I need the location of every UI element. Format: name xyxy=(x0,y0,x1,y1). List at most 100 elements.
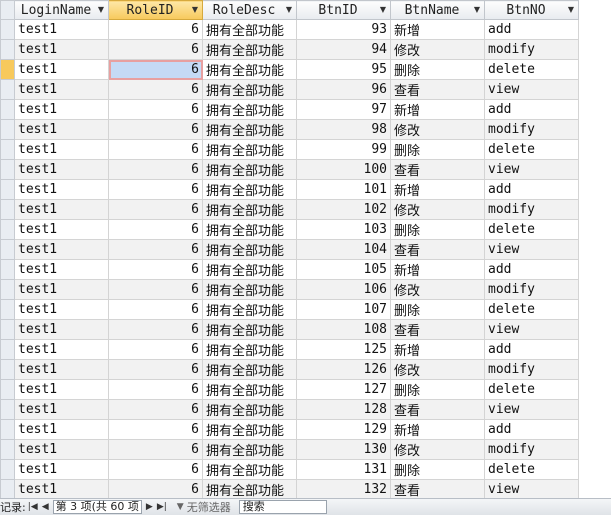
cell-btnid[interactable]: 125 xyxy=(296,339,391,360)
cell-btnname[interactable]: 查看 xyxy=(390,159,485,180)
cell-loginname[interactable]: test1 xyxy=(14,439,109,460)
cell-loginname[interactable]: test1 xyxy=(14,19,109,40)
previous-record-icon[interactable]: ◀ xyxy=(40,502,51,512)
cell-loginname[interactable]: test1 xyxy=(14,99,109,120)
cell-roleid[interactable]: 6 xyxy=(108,439,203,460)
dropdown-arrow-icon[interactable]: ▼ xyxy=(380,5,386,14)
cell-loginname[interactable]: test1 xyxy=(14,199,109,220)
cell-btnno[interactable]: delete xyxy=(484,139,579,160)
row-selector[interactable] xyxy=(0,459,15,480)
cell-btnname[interactable]: 修改 xyxy=(390,439,485,460)
cell-roleid[interactable]: 6 xyxy=(108,219,203,240)
cell-loginname[interactable]: test1 xyxy=(14,319,109,340)
cell-roleid[interactable]: 6 xyxy=(108,459,203,480)
row-selector[interactable] xyxy=(0,79,15,100)
cell-roleid[interactable]: 6 xyxy=(108,259,203,280)
cell-roledesc[interactable]: 拥有全部功能 xyxy=(202,39,297,60)
cell-roledesc[interactable]: 拥有全部功能 xyxy=(202,419,297,440)
cell-btnno[interactable]: view xyxy=(484,319,579,340)
cell-roledesc[interactable]: 拥有全部功能 xyxy=(202,459,297,480)
cell-loginname[interactable]: test1 xyxy=(14,59,109,80)
cell-loginname[interactable]: test1 xyxy=(14,39,109,60)
cell-btnid[interactable]: 127 xyxy=(296,379,391,400)
table-row[interactable]: test1 6 拥有全部功能 98 修改 modify xyxy=(0,119,579,140)
dropdown-arrow-icon[interactable]: ▼ xyxy=(98,5,104,14)
cell-roleid[interactable]: 6 xyxy=(108,99,203,120)
select-all-corner[interactable] xyxy=(0,0,15,20)
cell-roledesc[interactable]: 拥有全部功能 xyxy=(202,439,297,460)
cell-loginname[interactable]: test1 xyxy=(14,79,109,100)
cell-btnid[interactable]: 99 xyxy=(296,139,391,160)
cell-btnno[interactable]: modify xyxy=(484,119,579,140)
cell-roleid[interactable]: 6 xyxy=(108,299,203,320)
cell-btnno[interactable]: modify xyxy=(484,279,579,300)
cell-roleid[interactable]: 6 xyxy=(108,199,203,220)
cell-roleid[interactable]: 6 xyxy=(108,359,203,380)
cell-btnid[interactable]: 102 xyxy=(296,199,391,220)
cell-roleid[interactable]: 6 xyxy=(108,179,203,200)
cell-roledesc[interactable]: 拥有全部功能 xyxy=(202,259,297,280)
cell-btnid[interactable]: 108 xyxy=(296,319,391,340)
row-selector[interactable] xyxy=(0,399,15,420)
cell-btnname[interactable]: 新增 xyxy=(390,419,485,440)
cell-btnno[interactable]: add xyxy=(484,99,579,120)
cell-roledesc[interactable]: 拥有全部功能 xyxy=(202,159,297,180)
cell-btnno[interactable]: modify xyxy=(484,39,579,60)
cell-btnid[interactable]: 105 xyxy=(296,259,391,280)
cell-roledesc[interactable]: 拥有全部功能 xyxy=(202,379,297,400)
table-row[interactable]: test1 6 拥有全部功能 106 修改 modify xyxy=(0,279,579,300)
cell-roledesc[interactable]: 拥有全部功能 xyxy=(202,19,297,40)
table-row[interactable]: test1 6 拥有全部功能 94 修改 modify xyxy=(0,39,579,60)
row-selector[interactable] xyxy=(0,59,15,80)
cell-roleid[interactable]: 6 xyxy=(108,479,203,498)
column-header-btnname[interactable]: BtnName ▼ xyxy=(390,0,485,20)
cell-roleid[interactable]: 6 xyxy=(108,139,203,160)
cell-btnno[interactable]: add xyxy=(484,259,579,280)
cell-btnname[interactable]: 修改 xyxy=(390,119,485,140)
cell-btnno[interactable]: modify xyxy=(484,439,579,460)
table-row[interactable]: test1 6 拥有全部功能 132 查看 view xyxy=(0,479,579,498)
cell-btnid[interactable]: 131 xyxy=(296,459,391,480)
table-row[interactable]: test1 6 拥有全部功能 105 新增 add xyxy=(0,259,579,280)
dropdown-arrow-icon[interactable]: ▼ xyxy=(568,5,574,14)
cell-btnno[interactable]: delete xyxy=(484,379,579,400)
table-row[interactable]: test1 6 拥有全部功能 95 删除 delete xyxy=(0,59,579,80)
cell-loginname[interactable]: test1 xyxy=(14,159,109,180)
cell-btnname[interactable]: 查看 xyxy=(390,399,485,420)
cell-btnid[interactable]: 94 xyxy=(296,39,391,60)
cell-roledesc[interactable]: 拥有全部功能 xyxy=(202,279,297,300)
cell-roleid[interactable]: 6 xyxy=(108,39,203,60)
cell-btnname[interactable]: 删除 xyxy=(390,299,485,320)
cell-roledesc[interactable]: 拥有全部功能 xyxy=(202,319,297,340)
filter-status[interactable]: ▼ 无筛选器 xyxy=(177,499,231,515)
cell-loginname[interactable]: test1 xyxy=(14,459,109,480)
next-record-icon[interactable]: ▶ xyxy=(144,502,155,512)
table-row[interactable]: test1 6 拥有全部功能 107 删除 delete xyxy=(0,299,579,320)
row-selector[interactable] xyxy=(0,19,15,40)
row-selector[interactable] xyxy=(0,119,15,140)
cell-btnid[interactable]: 104 xyxy=(296,239,391,260)
cell-loginname[interactable]: test1 xyxy=(14,299,109,320)
cell-roledesc[interactable]: 拥有全部功能 xyxy=(202,119,297,140)
cell-roledesc[interactable]: 拥有全部功能 xyxy=(202,359,297,380)
cell-btnno[interactable]: view xyxy=(484,159,579,180)
cell-loginname[interactable]: test1 xyxy=(14,399,109,420)
table-row[interactable]: test1 6 拥有全部功能 125 新增 add xyxy=(0,339,579,360)
column-header-btnno[interactable]: BtnNO ▼ xyxy=(484,0,579,20)
row-selector[interactable] xyxy=(0,99,15,120)
cell-btnno[interactable]: add xyxy=(484,179,579,200)
table-row[interactable]: test1 6 拥有全部功能 126 修改 modify xyxy=(0,359,579,380)
cell-roleid[interactable]: 6 xyxy=(108,19,203,40)
cell-loginname[interactable]: test1 xyxy=(14,279,109,300)
cell-btnid[interactable]: 93 xyxy=(296,19,391,40)
cell-roleid[interactable]: 6 xyxy=(108,379,203,400)
row-selector[interactable] xyxy=(0,479,15,498)
cell-btnno[interactable]: add xyxy=(484,339,579,360)
row-selector[interactable] xyxy=(0,319,15,340)
row-selector[interactable] xyxy=(0,359,15,380)
row-selector[interactable] xyxy=(0,299,15,320)
table-row[interactable]: test1 6 拥有全部功能 128 查看 view xyxy=(0,399,579,420)
row-selector[interactable] xyxy=(0,279,15,300)
cell-btnname[interactable]: 修改 xyxy=(390,199,485,220)
cell-btnid[interactable]: 132 xyxy=(296,479,391,498)
